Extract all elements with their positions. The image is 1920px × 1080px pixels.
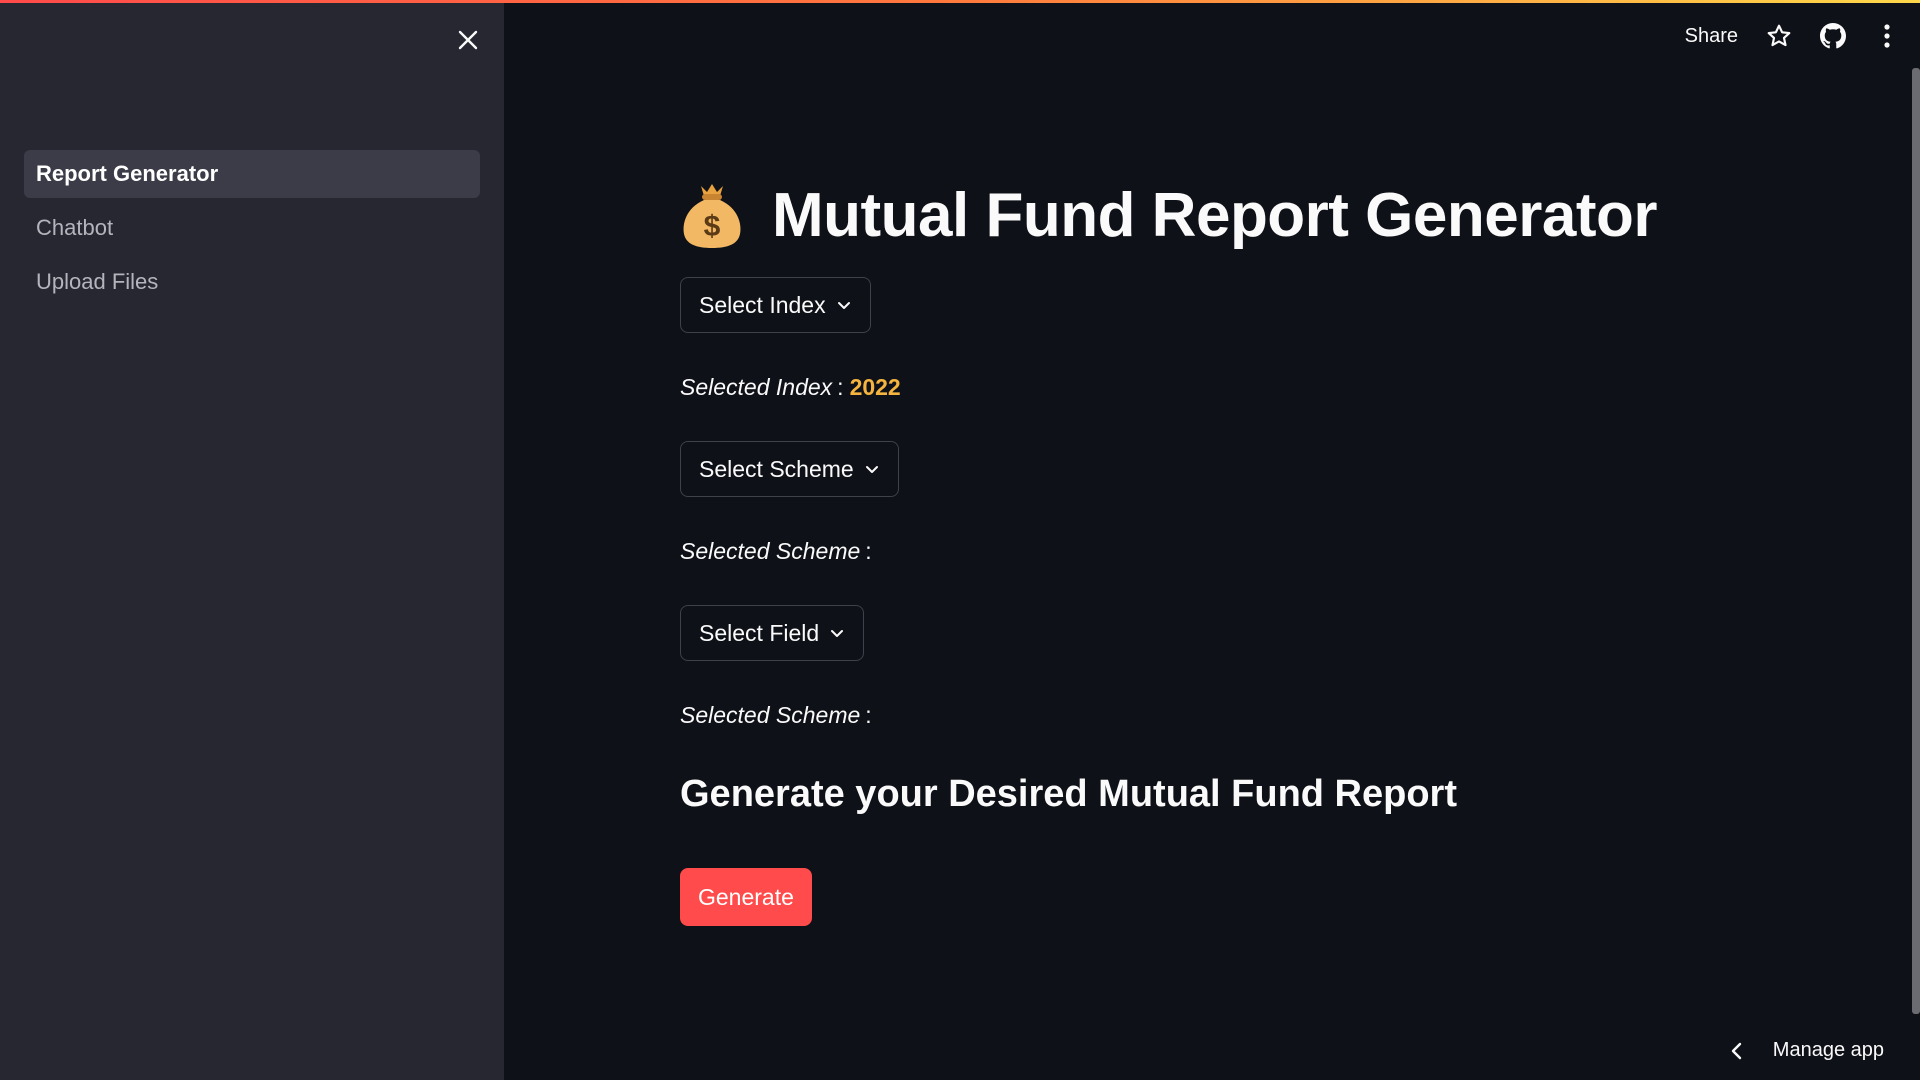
selected-index-text: Selected Index : 2022 xyxy=(680,371,1780,403)
github-icon xyxy=(1820,23,1846,49)
select-index-button[interactable]: Select Index xyxy=(680,277,871,333)
sidebar: Report Generator Chatbot Upload Files xyxy=(0,0,504,1080)
page-title: Mutual Fund Report Generator xyxy=(772,180,1658,250)
select-field-button[interactable]: Select Field xyxy=(680,605,865,661)
select-scheme-label: Select Scheme xyxy=(699,455,854,482)
sidebar-item-label: Upload Files xyxy=(36,269,159,294)
svg-text:$: $ xyxy=(704,210,721,243)
star-icon xyxy=(1767,24,1791,47)
share-button[interactable]: Share xyxy=(1685,25,1738,48)
chevron-down-icon xyxy=(864,461,880,477)
app-toolbar: Share xyxy=(1685,18,1920,54)
selected-field-label: Selected Scheme xyxy=(680,701,861,728)
report-subheading: Generate your Desired Mutual Fund Report xyxy=(680,773,1457,815)
close-sidebar-button[interactable] xyxy=(452,24,484,56)
chevron-left-icon xyxy=(1729,1041,1743,1061)
github-button[interactable] xyxy=(1818,21,1848,51)
sidebar-nav: Report Generator Chatbot Upload Files xyxy=(24,150,480,312)
selected-index-separator: : xyxy=(837,373,844,400)
manage-app-button[interactable]: Manage app xyxy=(1729,1039,1884,1062)
sidebar-item-report-generator[interactable]: Report Generator xyxy=(24,150,480,198)
chevron-down-icon xyxy=(829,625,845,641)
select-index-label: Select Index xyxy=(699,291,826,318)
generate-button[interactable]: Generate xyxy=(680,868,812,926)
selected-index-label: Selected Index xyxy=(680,373,833,400)
main-menu-button[interactable] xyxy=(1872,21,1902,51)
selected-scheme-label: Selected Scheme xyxy=(680,537,861,564)
sidebar-item-upload-files[interactable]: Upload Files xyxy=(24,258,480,306)
chevron-down-icon xyxy=(836,297,852,313)
select-field-label: Select Field xyxy=(699,619,820,646)
sidebar-item-label: Report Generator xyxy=(36,161,219,186)
manage-app-label: Manage app xyxy=(1772,1039,1884,1061)
sidebar-item-label: Chatbot xyxy=(36,215,114,240)
page-header: $ Mutual Fund Report Generator xyxy=(680,175,1780,255)
close-icon xyxy=(458,30,478,50)
more-vertical-icon xyxy=(1884,24,1890,48)
select-scheme-button[interactable]: Select Scheme xyxy=(680,441,899,497)
selected-field-separator: : xyxy=(865,701,872,728)
money-bag-icon: $ xyxy=(683,184,741,248)
sidebar-item-chatbot[interactable]: Chatbot xyxy=(24,204,480,252)
selected-scheme-text: Selected Scheme : xyxy=(680,535,1780,567)
header-decoration-bar xyxy=(0,0,1920,3)
selected-field-text: Selected Scheme : xyxy=(680,699,1780,731)
selected-index-value: 2022 xyxy=(849,373,901,400)
star-button[interactable] xyxy=(1764,21,1794,51)
main-content: $ Mutual Fund Report Generator Select In… xyxy=(680,175,1780,926)
main-scrollbar[interactable] xyxy=(1912,68,1920,1014)
selected-scheme-separator: : xyxy=(865,537,872,564)
